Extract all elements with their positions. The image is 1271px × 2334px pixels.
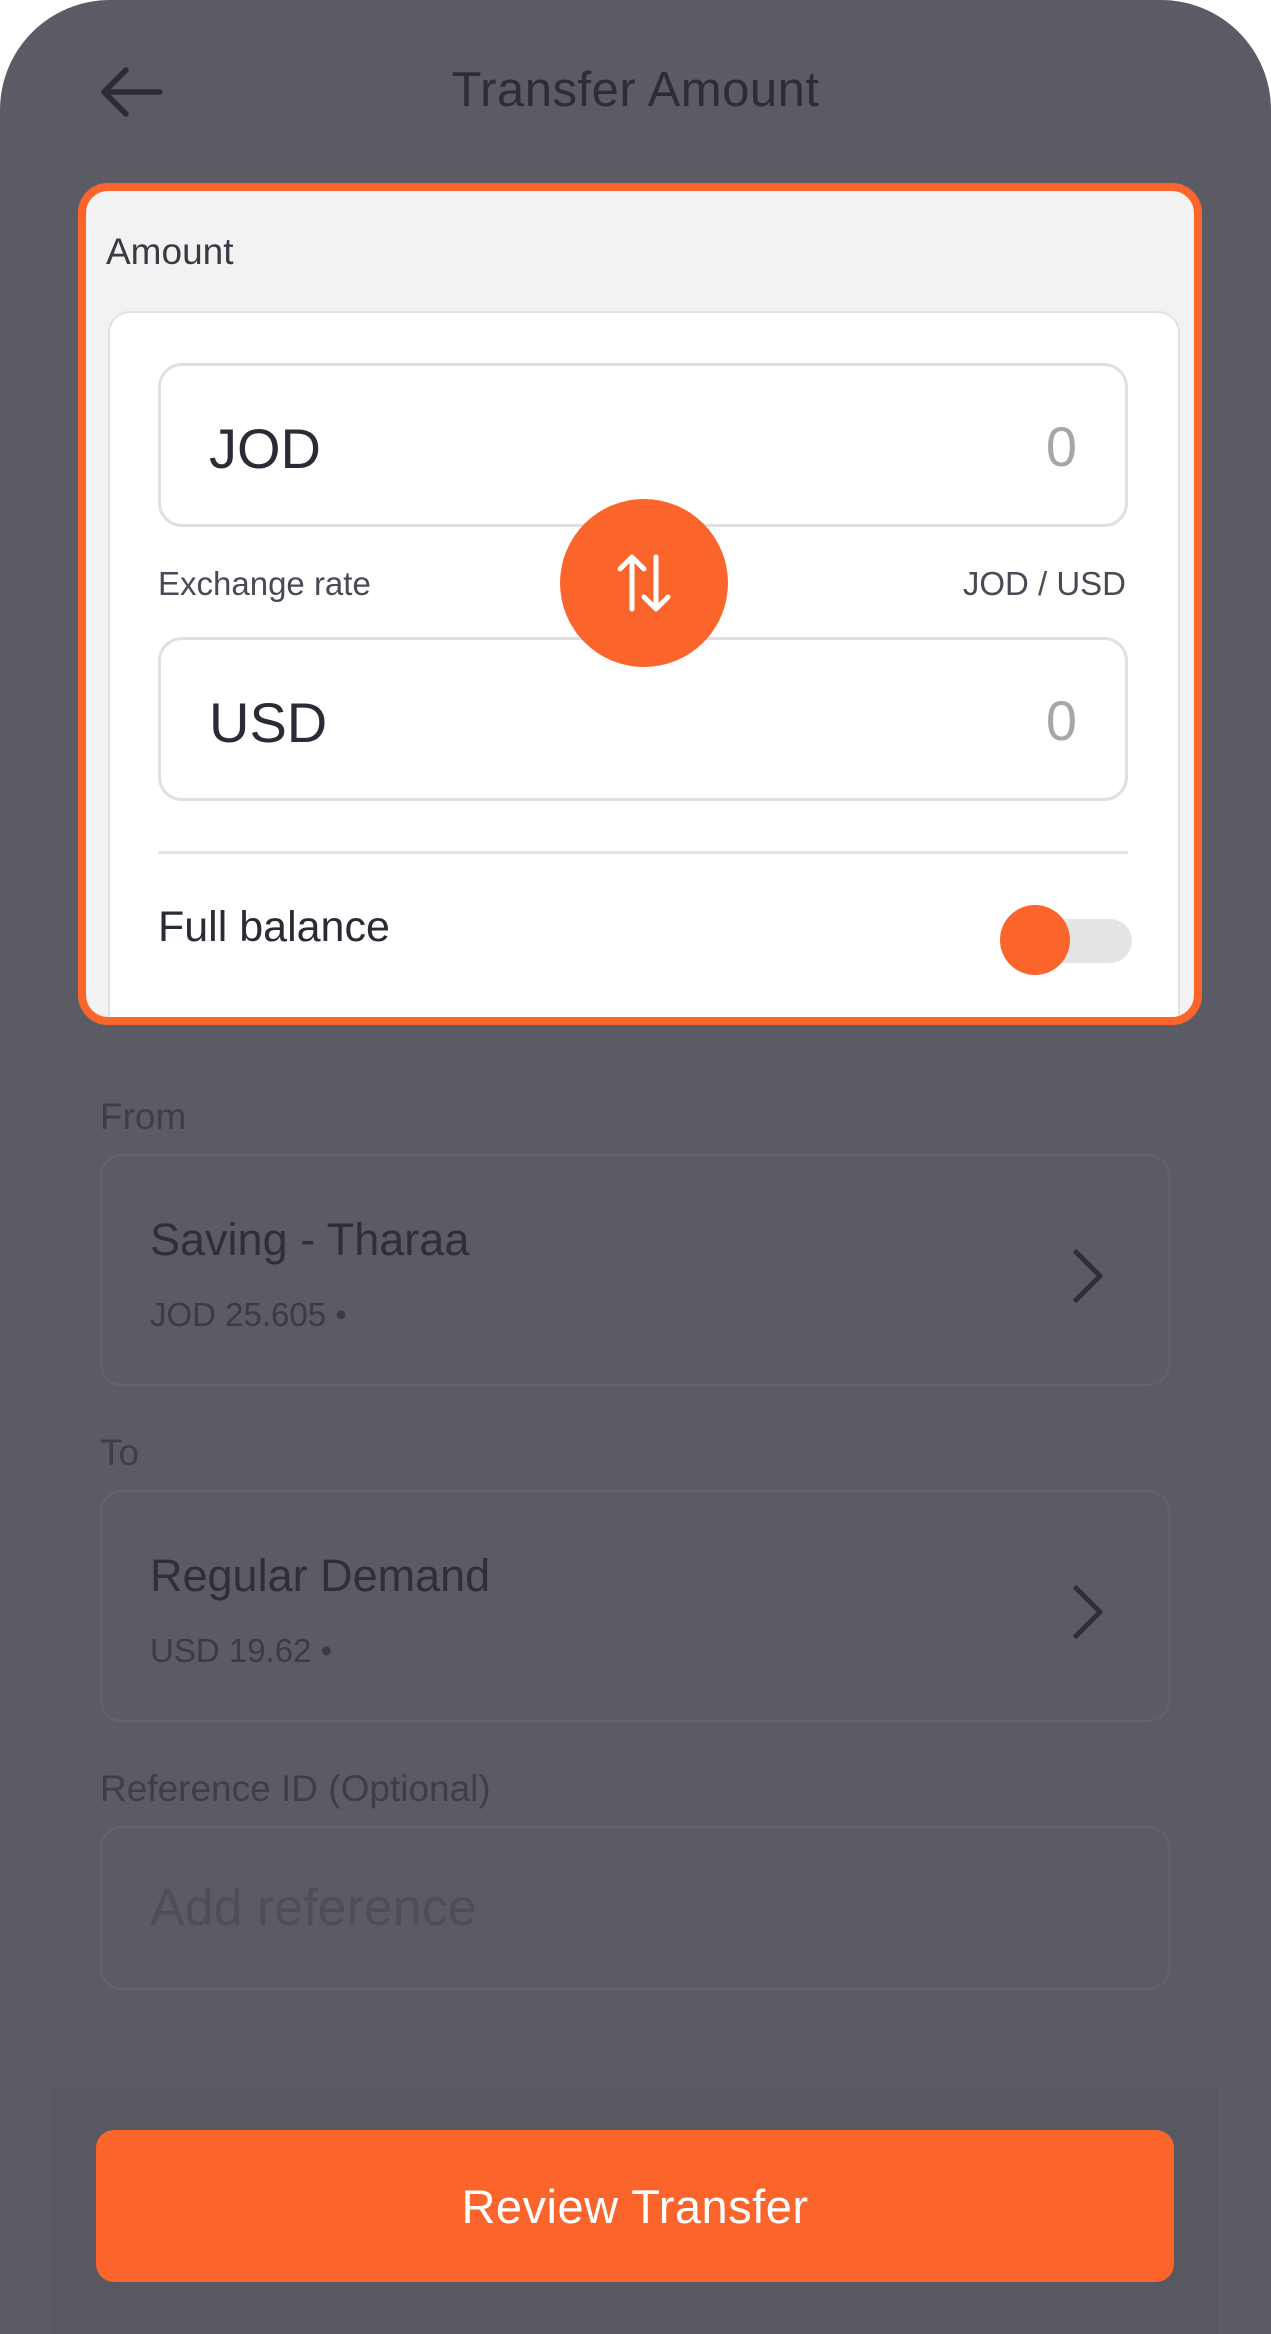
full-balance-toggle[interactable] bbox=[1000, 905, 1132, 975]
swap-vertical-icon bbox=[617, 554, 671, 612]
amount-section: Amount JOD 0 Exchange rate JOD / USD USD… bbox=[78, 183, 1202, 1025]
to-label: To bbox=[100, 1432, 140, 1473]
amount-label: Amount bbox=[106, 231, 234, 272]
swap-currency-button[interactable] bbox=[560, 499, 728, 667]
divider bbox=[158, 851, 1128, 854]
full-balance-label: Full balance bbox=[158, 903, 390, 951]
header: Transfer Amount bbox=[0, 0, 1271, 190]
chevron-right-icon bbox=[1073, 1585, 1103, 1639]
toggle-knob bbox=[1000, 905, 1070, 975]
from-account-selector[interactable]: Saving - Tharaa JOD 25.605 • bbox=[100, 1154, 1170, 1386]
screen: Transfer Amount Amount JOD 0 Exchange ra… bbox=[0, 0, 1271, 2334]
reference-label: Reference ID (Optional) bbox=[100, 1768, 491, 1809]
from-label: From bbox=[100, 1096, 187, 1137]
usd-amount-value: 0 bbox=[1045, 689, 1077, 752]
page-title: Transfer Amount bbox=[451, 63, 820, 117]
to-account-selector[interactable]: Regular Demand USD 19.62 • bbox=[100, 1490, 1170, 1722]
exchange-rate-label: Exchange rate bbox=[158, 565, 371, 602]
usd-currency-code: USD bbox=[209, 691, 328, 754]
exchange-rate-pair: JOD / USD bbox=[962, 565, 1126, 602]
jod-amount-value: 0 bbox=[1045, 415, 1077, 478]
to-account-balance: USD 19.62 • bbox=[150, 1632, 333, 1669]
from-account-name: Saving - Tharaa bbox=[150, 1214, 470, 1265]
review-transfer-button[interactable]: Review Transfer bbox=[96, 2130, 1174, 2282]
jod-currency-code: JOD bbox=[209, 417, 321, 480]
from-account-balance: JOD 25.605 • bbox=[150, 1296, 347, 1333]
amount-panel: JOD 0 Exchange rate JOD / USD USD 0 Full… bbox=[108, 311, 1180, 1017]
reference-input[interactable]: Add reference bbox=[100, 1826, 1170, 1990]
chevron-right-icon bbox=[1073, 1249, 1103, 1303]
reference-placeholder: Add reference bbox=[150, 1879, 477, 1937]
to-account-name: Regular Demand bbox=[150, 1550, 491, 1601]
